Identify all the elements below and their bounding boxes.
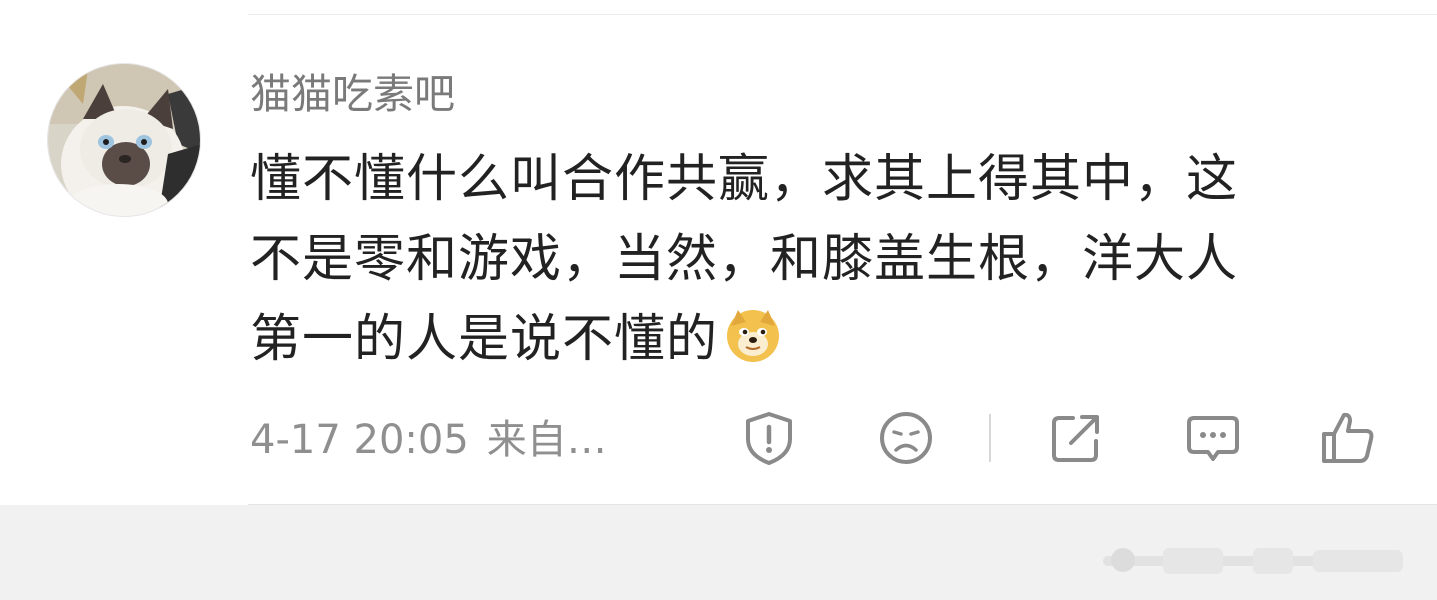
dislike-button[interactable] xyxy=(876,408,936,468)
comment-line: 懂不懂什么叫合作共赢，求其上得其中，这 xyxy=(250,150,1239,209)
comment-line-last: 第一的人是说不懂的 xyxy=(250,300,1400,380)
reply-button[interactable] xyxy=(1183,408,1243,468)
source-label[interactable]: 来自… xyxy=(487,417,607,463)
username[interactable]: 猫猫吃素吧 xyxy=(250,66,455,122)
comment-card: 猫猫吃素吧 懂不懂什么叫合作共赢，求其上得其中，这 不是零和游戏，当然，和膝盖生… xyxy=(0,0,1437,505)
comment-meta: 4-17 20:05 来自… xyxy=(250,410,607,470)
thumbs-up-icon xyxy=(1322,412,1374,463)
cat-avatar-image xyxy=(48,64,200,216)
doge-emoji-icon xyxy=(724,306,782,364)
chat-bubble-icon xyxy=(1187,416,1239,461)
avatar[interactable] xyxy=(47,63,201,217)
comment-line-text: 第一的人是说不懂的 xyxy=(250,310,719,369)
blurred-watermark xyxy=(1083,538,1423,586)
share-arrow-icon xyxy=(1052,415,1099,462)
top-divider xyxy=(248,14,1437,15)
sad-face-icon xyxy=(880,412,932,464)
like-button[interactable] xyxy=(1318,408,1378,468)
action-separator xyxy=(989,414,991,462)
shield-exclamation-icon xyxy=(746,412,792,465)
comment-line: 不是零和游戏，当然，和膝盖生根，洋大人 xyxy=(250,230,1239,289)
report-button[interactable] xyxy=(739,408,799,468)
timestamp: 4-17 20:05 xyxy=(250,417,469,463)
comment-content: 懂不懂什么叫合作共赢，求其上得其中，这 不是零和游戏，当然，和膝盖生根，洋大人 … xyxy=(250,140,1400,380)
share-button[interactable] xyxy=(1046,408,1106,468)
